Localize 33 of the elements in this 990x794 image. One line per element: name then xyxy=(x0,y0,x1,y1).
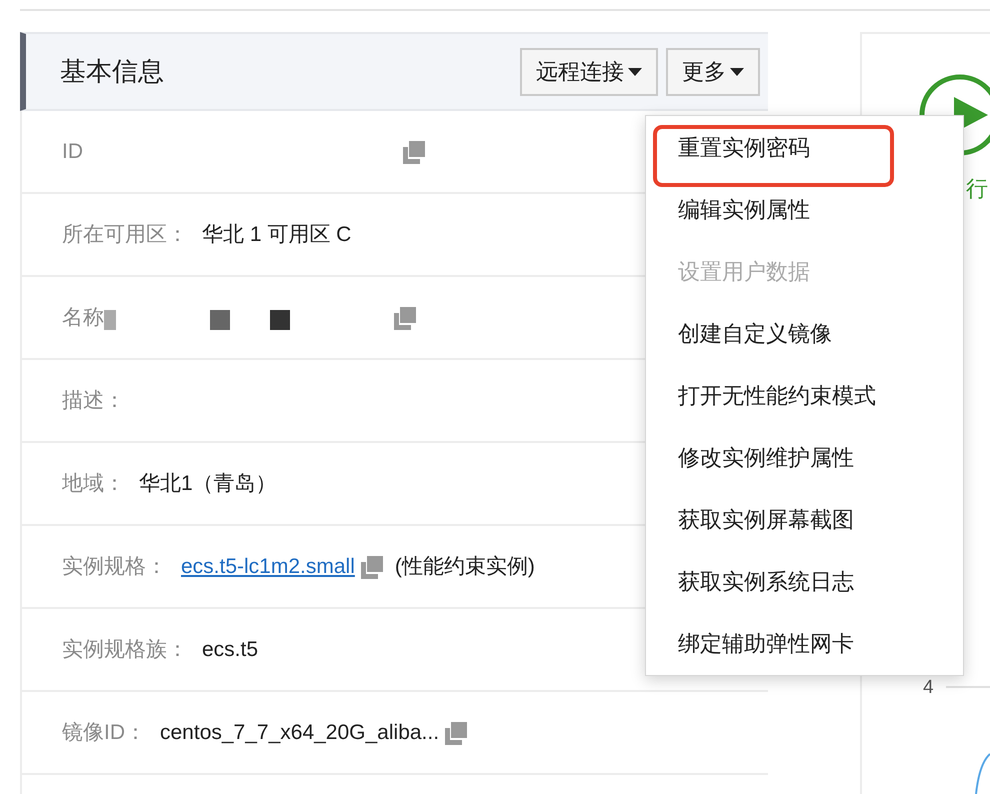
panel-title: 基本信息 xyxy=(60,55,165,88)
menu-item[interactable]: 编辑实例属性 xyxy=(646,179,963,241)
copy-icon[interactable] xyxy=(401,138,427,164)
copy-icon[interactable] xyxy=(392,304,418,330)
field-value: centos_7_7_x64_20G_aliba... xyxy=(160,720,440,746)
field-label: 镜像ID： xyxy=(62,720,146,746)
instance-type-link[interactable]: ecs.t5-lc1m2.small xyxy=(181,550,355,582)
field-label: 描述： xyxy=(62,388,125,414)
copy-icon[interactable] xyxy=(358,554,385,580)
field-value: 华北1（青岛） xyxy=(139,470,277,497)
menu-item[interactable]: 获取实例系统日志 xyxy=(646,551,963,613)
axis-tick-label: 4 xyxy=(923,676,934,700)
field-label: 所在可用区： xyxy=(62,222,188,248)
copy-icon[interactable] xyxy=(443,720,470,746)
menu-item[interactable]: 重置实例密码 xyxy=(646,117,963,179)
field-value: ecs.t5 xyxy=(202,636,258,663)
menu-item[interactable]: 修改实例维护属性 xyxy=(646,427,963,489)
menu-item[interactable]: 打开无性能约束模式 xyxy=(646,365,963,427)
field-label: 名称 xyxy=(62,304,104,331)
remote-connect-button[interactable]: 远程连接 xyxy=(520,48,658,96)
field-label: ID xyxy=(62,138,83,165)
field-label: 地域： xyxy=(62,470,125,497)
more-button[interactable]: 更多 xyxy=(666,48,760,96)
field-value: 华北 1 可用区 C xyxy=(202,222,352,248)
field-label: 实例规格： xyxy=(62,554,167,580)
caret-icon xyxy=(730,68,744,76)
menu-item[interactable]: 创建自定义镜像 xyxy=(646,303,963,365)
status-text: 行 xyxy=(966,175,988,203)
field-label: 实例规格族： xyxy=(62,636,188,663)
caret-icon xyxy=(628,68,642,76)
menu-item[interactable]: 获取实例屏幕截图 xyxy=(646,489,963,551)
menu-item[interactable]: 绑定辅助弹性网卡 xyxy=(646,613,963,675)
field-note: (性能约束实例) xyxy=(394,554,535,580)
